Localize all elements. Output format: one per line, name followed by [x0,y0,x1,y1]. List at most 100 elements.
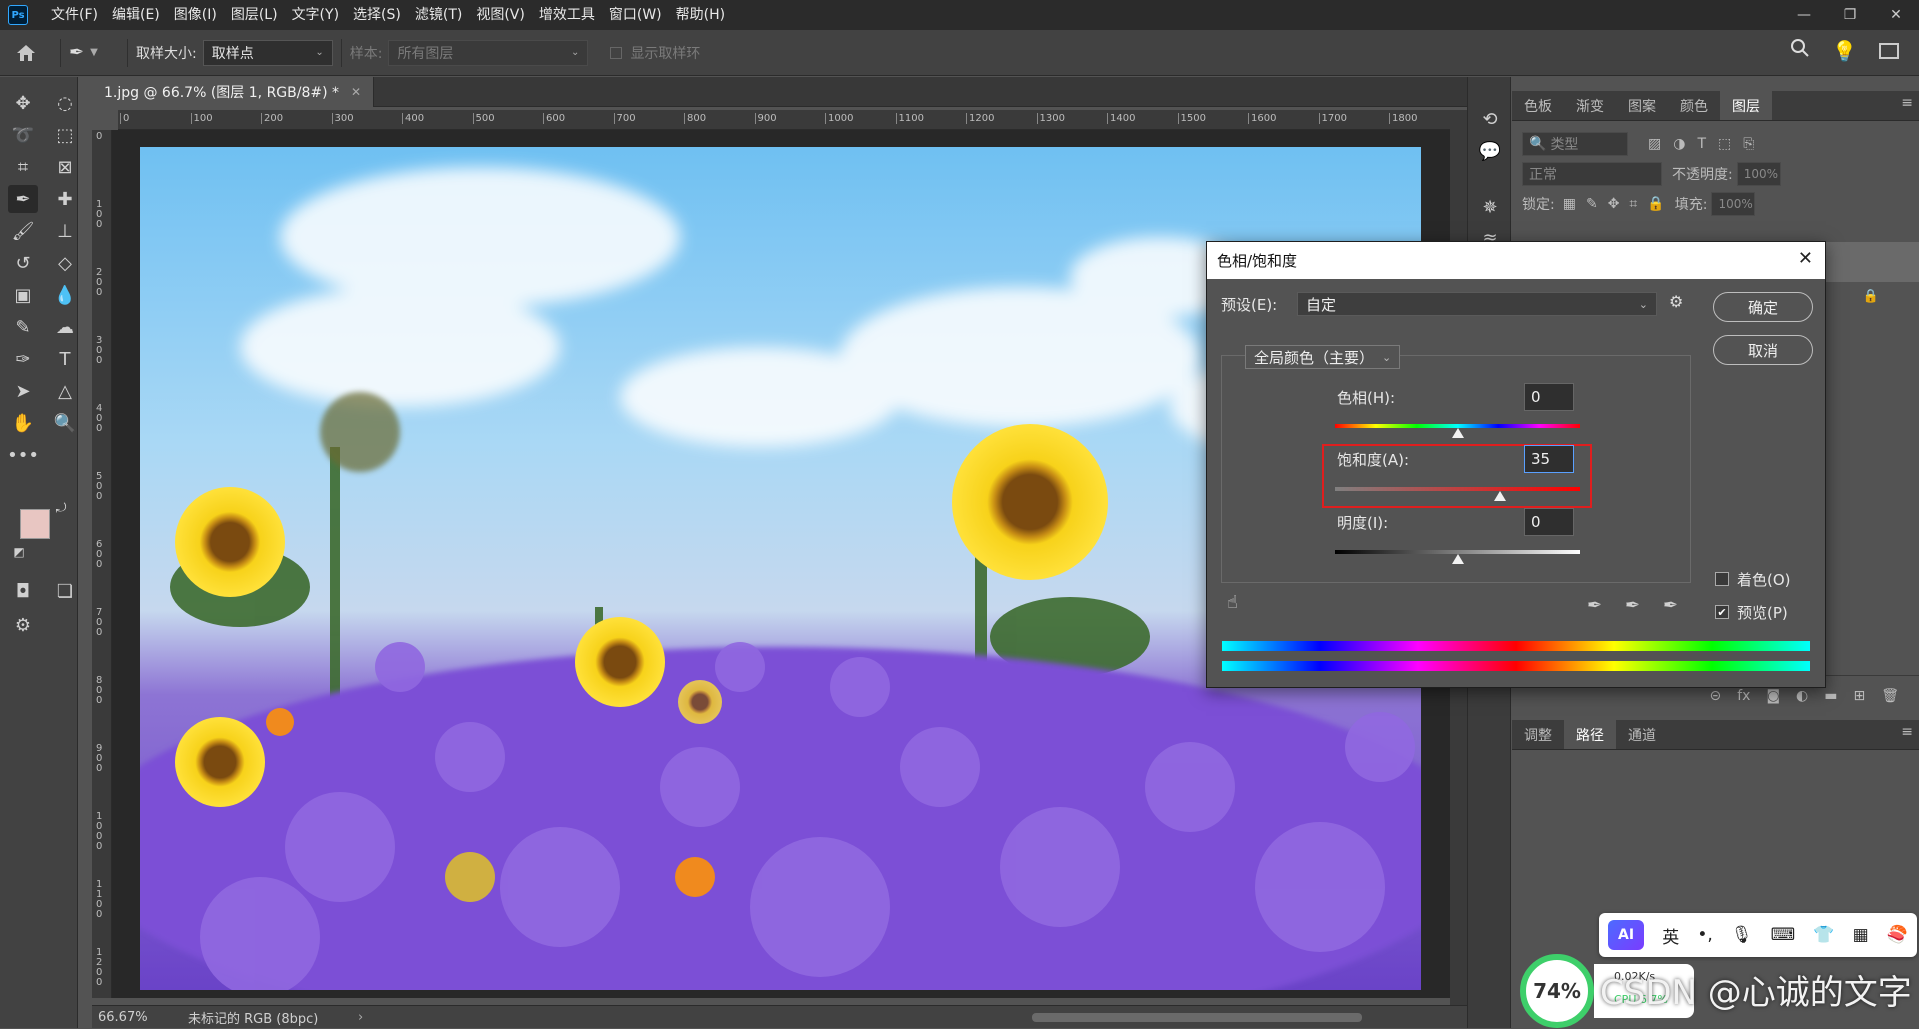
tab-paths[interactable]: 路径 [1564,720,1616,749]
more-tools-icon[interactable]: ••• [7,441,39,469]
menu-image[interactable]: 图像(I) [167,0,224,30]
menu-view[interactable]: 视图(V) [469,0,532,30]
lock-brush-icon[interactable]: ✎ [1586,196,1598,212]
object-selection-tool-icon[interactable]: ⬚ [50,121,80,149]
home-icon[interactable] [0,43,52,63]
preset-options-gear-icon[interactable]: ⚙ [1669,292,1683,311]
lock-artboard-icon[interactable]: ⌗ [1629,196,1637,212]
menu-edit[interactable]: 编辑(E) [105,0,167,30]
tab-channels[interactable]: 通道 [1616,720,1668,749]
new-layer-icon[interactable]: ⊞ [1853,688,1865,704]
tab-gradients[interactable]: 渐变 [1564,91,1616,120]
horizontal-scrollbar[interactable] [392,1006,1442,1029]
edit-toolbar-icon[interactable]: ⚙ [8,611,38,639]
keyboard-icon[interactable]: ⌨ [1771,925,1796,945]
tab-adjustments[interactable]: 调整 [1512,720,1564,749]
smudge-tool-icon[interactable]: ☁ [50,313,80,341]
minimize-button[interactable]: — [1781,0,1827,30]
foreground-color-swatch[interactable] [20,509,50,539]
delete-layer-icon[interactable]: 🗑 [1881,688,1899,704]
menu-help[interactable]: 帮助(H) [669,0,732,30]
filter-type-icon[interactable]: T [1697,136,1706,152]
preset-select[interactable]: 自定 ⌄ [1297,292,1657,316]
ime-language[interactable]: 英 [1662,923,1679,948]
marquee-tool-icon[interactable]: ◌ [50,89,80,117]
colorize-checkbox[interactable] [1715,572,1729,586]
sample-size-select[interactable]: 取样点 ⌄ [202,39,333,66]
type-tool-icon[interactable]: T [50,345,80,373]
crop-tool-icon[interactable]: ⌗ [8,153,38,181]
history-panel-icon[interactable]: ⟲ [1478,107,1502,131]
document-tab[interactable]: 1.jpg @ 66.7% (图层 1, RGB/8#) * ✕ [92,77,375,107]
frame-tool-icon[interactable]: ⊠ [50,153,80,181]
layer-filter-select[interactable]: 🔍 类型 [1522,132,1628,156]
close-window-button[interactable]: ✕ [1873,0,1919,30]
link-layers-icon[interactable]: ⊝ [1709,688,1721,704]
eraser-tool-icon[interactable]: ◇ [50,249,80,277]
layer-style-icon[interactable]: fx [1737,688,1750,704]
filter-smart-object-icon[interactable]: ⎘ [1743,136,1754,152]
horizontal-scrollbar-thumb[interactable] [1032,1013,1362,1022]
gradient-tool-icon[interactable]: ▣ [8,281,38,309]
hand-tool-icon[interactable]: ✋ [8,409,38,437]
add-mask-icon[interactable]: ◙ [1766,688,1780,704]
tab-color[interactable]: 颜色 [1668,91,1720,120]
filter-pixel-icon[interactable]: ▨ [1648,136,1661,152]
close-icon[interactable]: ✕ [1798,248,1813,269]
lightbulb-icon[interactable]: 💡 [1832,39,1857,63]
menu-plugins[interactable]: 增效工具 [532,0,602,30]
restore-button[interactable]: ❐ [1827,0,1873,30]
tab-layers[interactable]: 图层 [1720,91,1772,120]
blur-tool-icon[interactable]: 💧 [50,281,80,309]
saturation-slider-track[interactable] [1335,487,1580,491]
comments-panel-icon[interactable]: 💬 [1478,139,1502,163]
new-adjustment-icon[interactable]: ◐ [1796,688,1808,704]
quick-mask-icon[interactable]: ◘ [8,577,38,605]
zoom-tool-icon[interactable]: 🔍 [50,409,80,437]
hue-input[interactable]: 0 [1524,383,1574,411]
fill-input[interactable]: 100% [1711,192,1756,216]
shape-tool-icon[interactable]: △ [50,377,80,405]
ai-badge[interactable]: AI [1608,920,1645,950]
eyedropper-minus-icon[interactable]: ✒ [1663,595,1678,616]
menu-window[interactable]: 窗口(W) [602,0,669,30]
eyedropper-plus-icon[interactable]: ✒ [1625,595,1640,616]
filter-shape-icon[interactable]: ⬚ [1718,136,1731,152]
blend-mode-select[interactable]: 正常 [1522,162,1662,186]
lightness-slider-thumb[interactable] [1451,554,1464,564]
saturation-input[interactable]: 35 [1524,445,1574,473]
menu-type[interactable]: 文字(Y) [285,0,346,30]
lightness-input[interactable]: 0 [1524,508,1574,536]
clone-stamp-tool-icon[interactable]: ⊥ [50,217,80,245]
healing-brush-tool-icon[interactable]: ✚ [50,185,80,213]
move-tool-icon[interactable]: ✥ [8,89,38,117]
panel-menu-icon[interactable]: ≡ [1901,95,1913,111]
brush-tool-icon[interactable]: 🖌 [8,217,38,245]
filter-adjustment-icon[interactable]: ◑ [1673,136,1685,152]
menu-file[interactable]: 文件(F) [44,0,105,30]
tab-swatches[interactable]: 色板 [1512,91,1564,120]
history-brush-tool-icon[interactable]: ↺ [8,249,38,277]
menu-layer[interactable]: 图层(L) [224,0,285,30]
lock-position-icon[interactable]: ✥ [1608,196,1620,212]
default-colors-icon[interactable]: ◩ [10,543,28,561]
ime-punctuation[interactable]: •, [1697,925,1712,945]
saturation-slider-thumb[interactable] [1494,491,1507,501]
eyedropper-tool-preset[interactable]: ✒ ▼ [69,42,119,63]
dodge-tool-icon[interactable]: ✎ [8,313,38,341]
skin-icon[interactable]: 👕 [1813,925,1834,945]
menu-select[interactable]: 选择(S) [346,0,408,30]
menu-filter[interactable]: 滤镜(T) [408,0,469,30]
swap-colors-icon[interactable]: ⤾ [52,499,70,517]
cancel-button[interactable]: 取消 [1713,335,1813,365]
preview-checkbox[interactable]: ✔ [1715,605,1729,619]
grid-icon[interactable]: ▦ [1853,925,1869,945]
targeted-adjustment-hand-icon[interactable]: ☝ [1227,592,1238,613]
new-group-icon[interactable]: ▬ [1824,688,1837,704]
pen-tool-icon[interactable]: ✑ [8,345,38,373]
eyedropper-tool-icon[interactable]: ✒ [8,185,38,213]
eyedropper-icon[interactable]: ✒ [1587,595,1602,616]
lasso-tool-icon[interactable]: ➰ [8,121,38,149]
lock-all-icon[interactable]: 🔒 [1647,196,1664,212]
ok-button[interactable]: 确定 [1713,292,1813,322]
